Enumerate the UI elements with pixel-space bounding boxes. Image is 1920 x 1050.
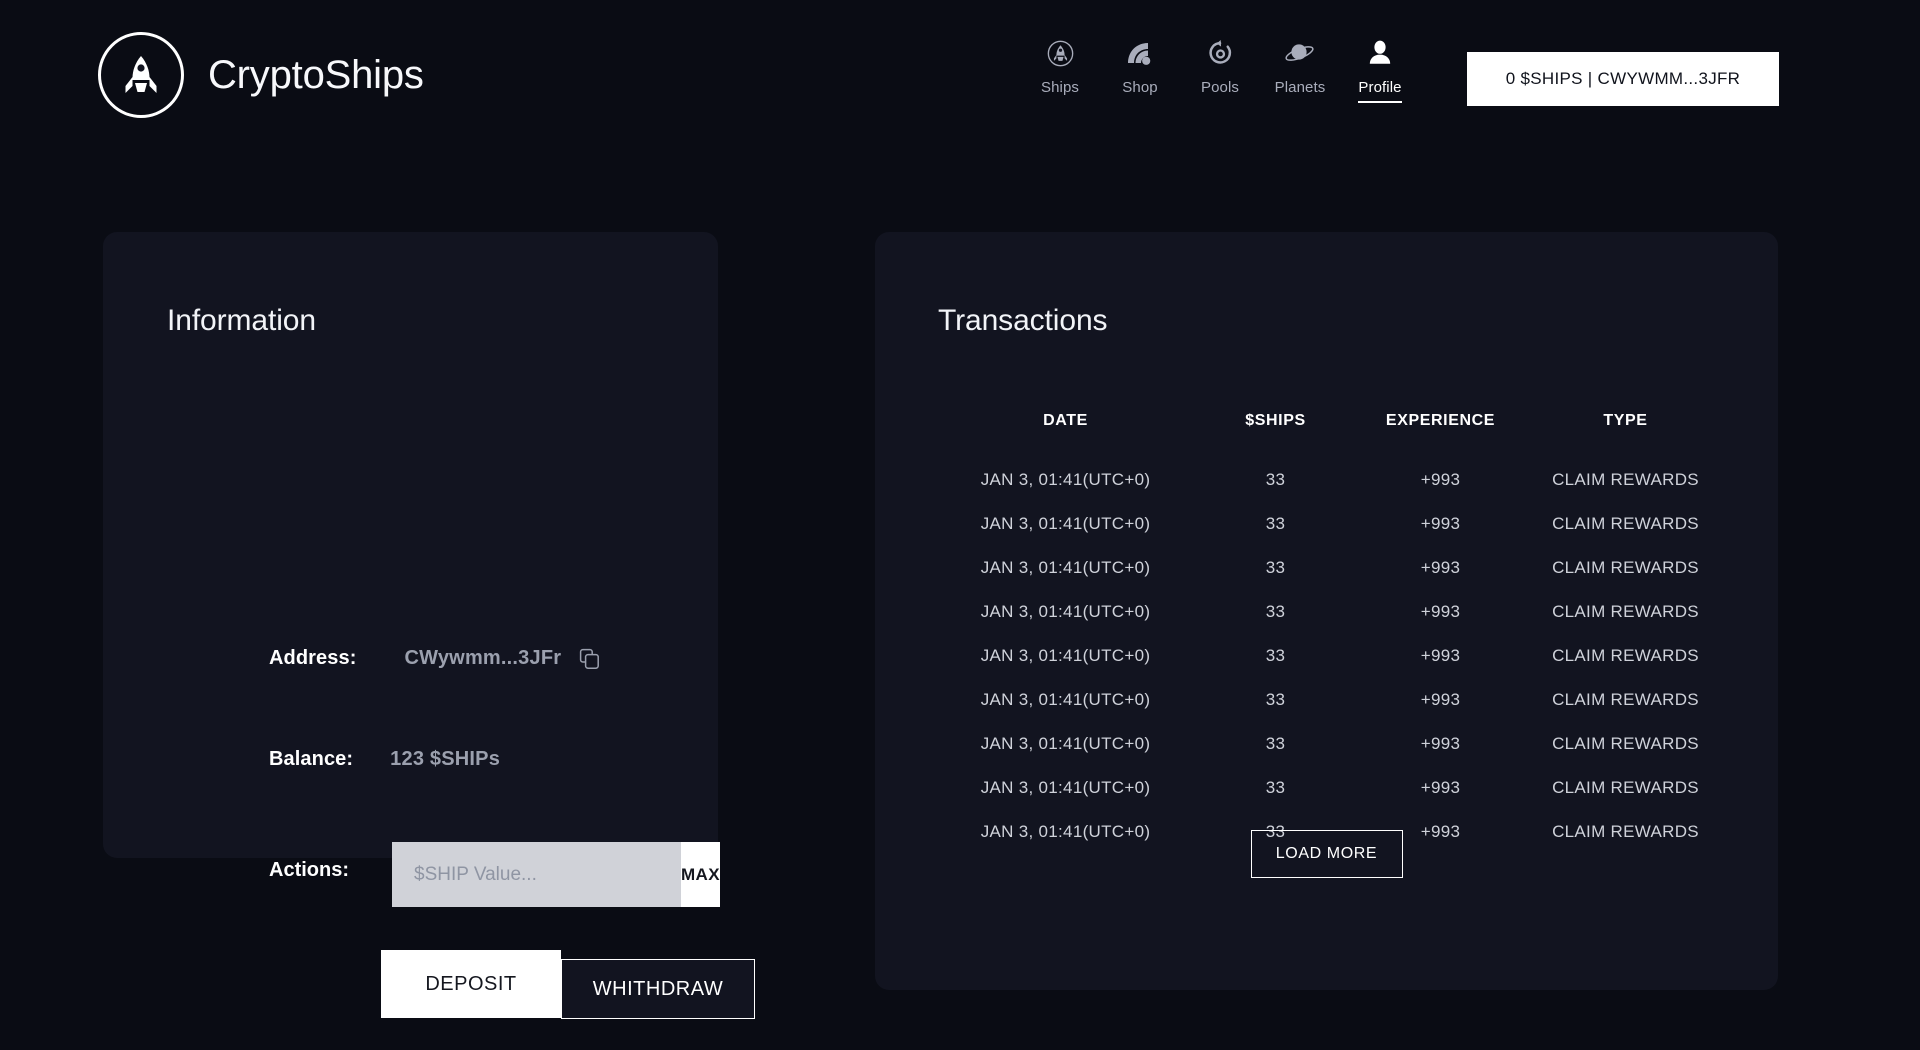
transaction-ships: 33: [1265, 734, 1286, 753]
nav-item-pools[interactable]: Pools: [1180, 38, 1260, 101]
transaction-date: JAN 3, 01:41(UTC+0): [980, 558, 1151, 577]
transaction-ships: 33: [1265, 646, 1286, 665]
wallet-address-button[interactable]: 0 $SHIPS | CWYWMM...3JFR: [1467, 52, 1779, 106]
transactions-panel: Transactions DATE $SHIPS EXPERIENCE TYPE…: [875, 232, 1778, 990]
information-panel: Information Address: CWywmm...3JFr Balan…: [103, 232, 755, 1019]
transaction-experience: +993: [1420, 690, 1461, 709]
brand[interactable]: CryptoShips: [98, 32, 424, 118]
column-header-date: DATE: [1043, 412, 1088, 429]
table-row: JAN 3, 01:41(UTC+0) 33 +993 CLAIM REWARDS: [938, 502, 1728, 546]
table-row: JAN 3, 01:41(UTC+0) 33 +993 CLAIM REWARDS: [938, 546, 1728, 590]
refresh-cycle-icon: [1207, 38, 1234, 68]
balance-row: Balance: 123 $SHIPs: [269, 748, 500, 771]
transaction-experience: +993: [1420, 558, 1461, 577]
actions-row: Actions: MAX: [269, 842, 720, 907]
nav-item-profile[interactable]: Profile: [1340, 38, 1420, 103]
transaction-type: CLAIM REWARDS: [1552, 558, 1699, 577]
rocket-in-circle-icon: [98, 32, 184, 118]
address-label: Address:: [269, 647, 357, 669]
table-row: JAN 3, 01:41(UTC+0) 33 +993 CLAIM REWARDS: [938, 590, 1728, 634]
actions-label: Actions:: [269, 859, 349, 881]
transaction-ships: 33: [1265, 602, 1286, 621]
transaction-date: JAN 3, 01:41(UTC+0): [980, 734, 1151, 753]
transaction-type: CLAIM REWARDS: [1552, 734, 1699, 753]
transaction-type: CLAIM REWARDS: [1552, 602, 1699, 621]
column-header-type: TYPE: [1603, 412, 1648, 429]
transaction-date: JAN 3, 01:41(UTC+0): [980, 470, 1151, 489]
nav-label-planets: Planets: [1274, 79, 1326, 96]
nav-item-shop[interactable]: Shop: [1100, 38, 1180, 101]
column-header-ships: $SHIPS: [1245, 412, 1306, 429]
transaction-type: CLAIM REWARDS: [1552, 778, 1699, 797]
transactions-table: DATE $SHIPS EXPERIENCE TYPE JAN 3, 01:41…: [938, 412, 1728, 854]
load-more-button[interactable]: LOAD MORE: [1250, 830, 1403, 878]
withdraw-button[interactable]: WHITHDRAW: [561, 959, 755, 1019]
transaction-ships: 33: [1265, 778, 1286, 797]
brand-title: CryptoShips: [208, 52, 424, 97]
balance-value: 123 $SHIPs: [390, 748, 501, 770]
table-row: JAN 3, 01:41(UTC+0) 33 +993 CLAIM REWARDS: [938, 722, 1728, 766]
nav-label-shop: Shop: [1122, 79, 1158, 96]
transactions-table-body: JAN 3, 01:41(UTC+0) 33 +993 CLAIM REWARDS JA…: [938, 458, 1728, 854]
transaction-type: CLAIM REWARDS: [1552, 690, 1699, 709]
nav-label-ships: Ships: [1040, 79, 1080, 96]
transaction-experience: +993: [1420, 734, 1461, 753]
deposit-button[interactable]: DEPOSIT: [381, 950, 561, 1018]
ship-value-input[interactable]: [392, 842, 681, 907]
transaction-type: CLAIM REWARDS: [1552, 646, 1699, 665]
transaction-ships: 33: [1265, 470, 1286, 489]
transaction-ships: 33: [1265, 558, 1286, 577]
transaction-date: JAN 3, 01:41(UTC+0): [980, 602, 1151, 621]
column-header-experience: EXPERIENCE: [1385, 412, 1496, 429]
nav-label-pools: Pools: [1200, 79, 1240, 96]
transaction-experience: +993: [1420, 470, 1461, 489]
transaction-date: JAN 3, 01:41(UTC+0): [980, 778, 1151, 797]
table-header-row: DATE $SHIPS EXPERIENCE TYPE: [938, 412, 1728, 458]
rocket-circle-icon: [1047, 38, 1074, 68]
transaction-ships: 33: [1265, 690, 1286, 709]
copy-icon[interactable]: [579, 648, 600, 670]
app-header: CryptoShips Ships Shop Pools Planets Pro…: [0, 0, 1920, 140]
max-button[interactable]: MAX: [681, 842, 720, 907]
load-more-wrapper: LOAD MORE: [875, 830, 1778, 878]
transaction-type: CLAIM REWARDS: [1552, 470, 1699, 489]
planet-ring-icon: [1284, 38, 1316, 68]
transaction-experience: +993: [1420, 778, 1461, 797]
table-row: JAN 3, 01:41(UTC+0) 33 +993 CLAIM REWARDS: [938, 634, 1728, 678]
address-row: Address: CWywmm...3JFr: [269, 647, 600, 670]
nav-item-ships[interactable]: Ships: [1020, 38, 1100, 101]
ship-value-input-group: MAX: [392, 842, 720, 907]
transaction-date: JAN 3, 01:41(UTC+0): [980, 690, 1151, 709]
transaction-experience: +993: [1420, 514, 1461, 533]
person-icon: [1367, 38, 1393, 68]
transactions-table-head: DATE $SHIPS EXPERIENCE TYPE: [938, 412, 1728, 458]
nav-label-profile: Profile: [1358, 79, 1402, 103]
information-panel-title: Information: [167, 304, 316, 337]
transactions-panel-title: Transactions: [938, 304, 1108, 337]
address-value: CWywmm...3JFr: [404, 647, 562, 669]
transaction-type: CLAIM REWARDS: [1552, 514, 1699, 533]
balance-label: Balance:: [269, 748, 354, 770]
transaction-experience: +993: [1420, 602, 1461, 621]
table-row: JAN 3, 01:41(UTC+0) 33 +993 CLAIM REWARDS: [938, 766, 1728, 810]
table-row: JAN 3, 01:41(UTC+0) 33 +993 CLAIM REWARDS: [938, 678, 1728, 722]
transaction-experience: +993: [1420, 646, 1461, 665]
transaction-date: JAN 3, 01:41(UTC+0): [980, 646, 1151, 665]
transaction-date: JAN 3, 01:41(UTC+0): [980, 514, 1151, 533]
signal-wifi-icon: [1125, 38, 1155, 68]
nav-item-planets[interactable]: Planets: [1260, 38, 1340, 101]
main-navigation: Ships Shop Pools Planets Profile: [1020, 38, 1420, 103]
transaction-ships: 33: [1265, 514, 1286, 533]
table-row: JAN 3, 01:41(UTC+0) 33 +993 CLAIM REWARDS: [938, 458, 1728, 502]
